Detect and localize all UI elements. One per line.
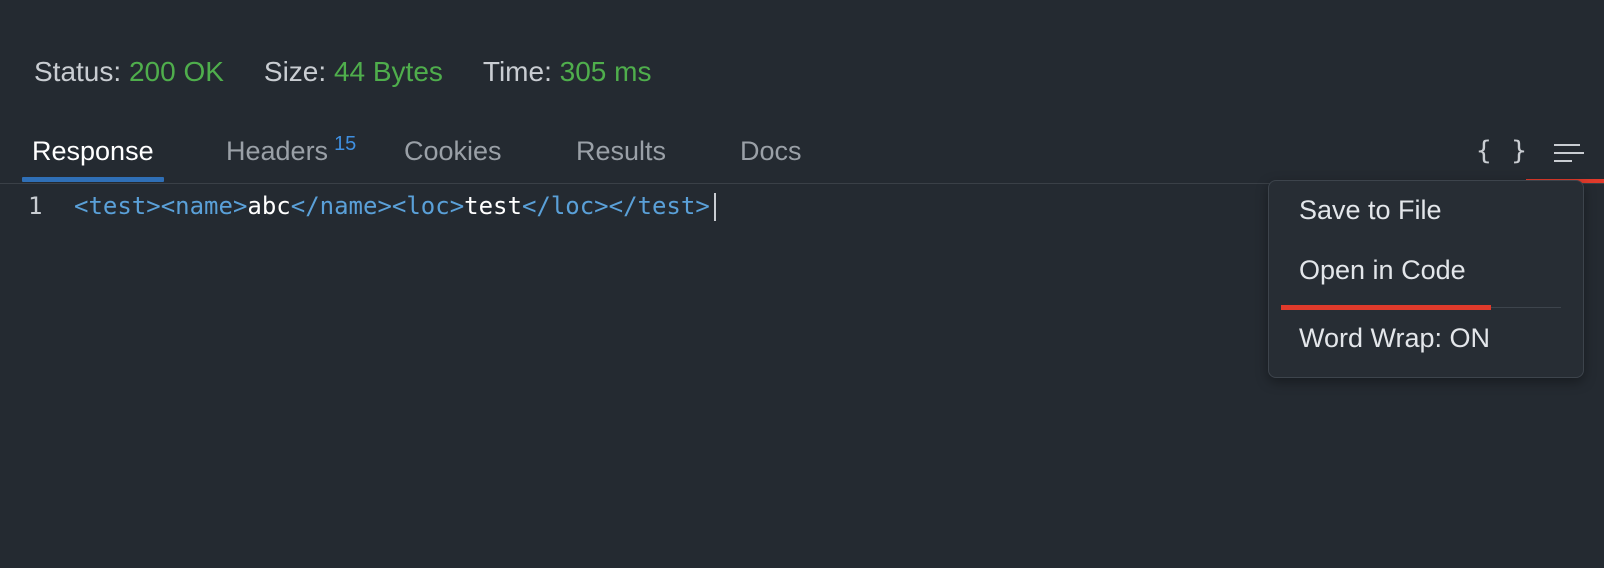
code-token-name-value: abc (247, 192, 291, 220)
tab-cookies[interactable]: Cookies (404, 128, 502, 182)
json-format-icon[interactable]: { } (1476, 136, 1529, 166)
text-cursor (713, 193, 716, 221)
code-text[interactable]: <test><name>abc</name><loc>test</loc></t… (74, 188, 716, 224)
status-info: Status: 200 OK (34, 56, 224, 88)
size-info: Size: 44 Bytes (264, 56, 443, 88)
menu-item-save-to-file[interactable]: Save to File (1299, 195, 1442, 226)
status-value: 200 OK (128, 56, 224, 87)
menu-item-highlight (1281, 305, 1491, 310)
tab-headers-label: Headers (226, 136, 329, 166)
editor-line-1[interactable]: 1 <test><name>abc</name><loc>test</loc><… (0, 188, 1200, 224)
code-token-mid-tags: </name><loc> (290, 192, 465, 220)
response-status-bar: Status: 200 OK Size: 44 Bytes Time: 305 … (34, 56, 691, 88)
tab-docs[interactable]: Docs (740, 128, 802, 182)
code-token-close-tags: </loc></test> (521, 192, 710, 220)
status-label: Status: (34, 56, 122, 87)
time-label: Time: (482, 56, 552, 87)
menu-item-word-wrap[interactable]: Word Wrap: ON (1299, 323, 1490, 354)
tab-headers[interactable]: Headers 15 (226, 128, 356, 182)
menu-icon[interactable] (1526, 128, 1604, 184)
tab-results[interactable]: Results (576, 128, 666, 182)
tab-results-label: Results (576, 136, 667, 166)
code-token-loc-value: test (464, 192, 522, 220)
time-value: 305 ms (559, 56, 652, 87)
time-info: Time: 305 ms (483, 56, 652, 88)
headers-count-badge: 15 (334, 133, 357, 155)
menu-icon-line-2 (1554, 152, 1584, 154)
response-options-menu: Save to File Open in Code Word Wrap: ON (1268, 180, 1584, 378)
line-number: 1 (28, 192, 43, 220)
menu-icon-line-1 (1554, 144, 1580, 146)
tab-cookies-label: Cookies (404, 136, 502, 166)
tab-docs-label: Docs (740, 136, 802, 166)
size-label: Size: (263, 56, 327, 87)
tab-response-label: Response (32, 136, 154, 166)
menu-icon-line-3 (1554, 160, 1572, 162)
size-value: 44 Bytes (333, 56, 443, 87)
code-token-open-tags: <test><name> (74, 192, 248, 220)
response-tabs: Response Headers 15 Cookies Results Docs (0, 128, 1604, 184)
tab-response[interactable]: Response (22, 128, 164, 182)
menu-item-open-in-code[interactable]: Open in Code (1299, 255, 1466, 286)
